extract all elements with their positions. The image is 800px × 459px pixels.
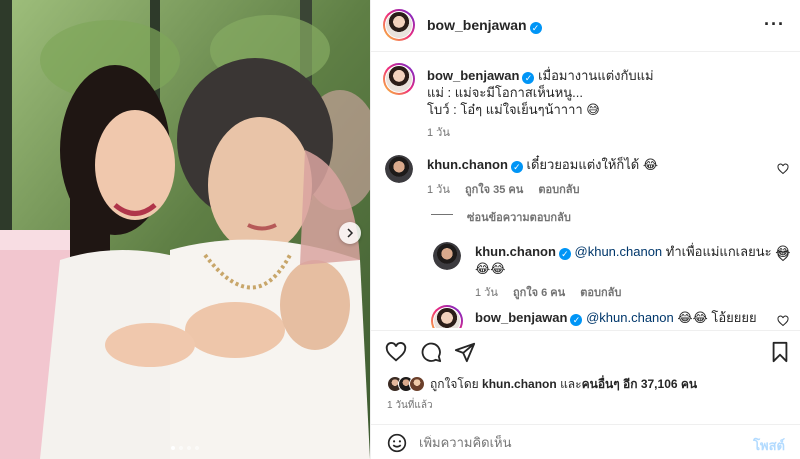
reply-text: bow_benjawan ✓ @khun.chanon 😂😂 โอ้ยยยย — [475, 310, 757, 326]
caption-line-2: แม่ : แม่จะมีโอกาสเห็นหนู... — [427, 85, 583, 100]
caption-username[interactable]: bow_benjawan — [427, 68, 519, 83]
like-reply-heart-icon[interactable] — [777, 250, 789, 262]
caption-avatar[interactable] — [383, 63, 415, 95]
reply-likes[interactable]: ถูกใจ 6 คน — [513, 287, 565, 299]
carousel-dot — [187, 446, 191, 450]
add-comment-bar: โพสต์ — [371, 424, 800, 459]
verified-badge-icon: ✓ — [570, 314, 583, 326]
liked-by-row: ถูกใจโดย khun.chanon และคนอื่นๆ อีก 37,1… — [387, 374, 697, 394]
author-username[interactable]: bow_benjawan ✓ — [427, 17, 542, 34]
like-reply-heart-icon[interactable] — [777, 315, 789, 327]
like-comment-heart-icon[interactable] — [777, 163, 789, 175]
post-detail-panel: bow_benjawan ✓ ··· bow_benjawan ✓ เมื่อมาง… — [370, 0, 800, 459]
comment-text: khun.chanon ✓ เดี๋ยวยอมแต่งให้ก็ได้ 😂 — [427, 157, 659, 173]
post-actions-bar — [371, 330, 800, 370]
carousel-dot — [171, 446, 175, 450]
commenter-avatar[interactable] — [385, 155, 413, 183]
posted-time[interactable]: 1 วันที่แล้ว — [387, 398, 433, 413]
reply-username[interactable]: bow_benjawan — [475, 310, 567, 325]
like-heart-icon[interactable] — [385, 341, 407, 363]
carousel-dot — [195, 446, 199, 450]
post-header: bow_benjawan ✓ ··· — [371, 0, 800, 52]
hide-replies-button[interactable]: ซ่อนข้อความตอบกลับ — [467, 208, 571, 226]
comment-time[interactable]: 1 วัน — [427, 184, 450, 196]
reply-reply-button[interactable]: ตอบกลับ — [580, 287, 621, 299]
comment-username[interactable]: khun.chanon — [427, 157, 508, 172]
emoji-smiley-icon[interactable] — [387, 433, 407, 453]
verified-badge-icon: ✓ — [558, 248, 571, 260]
liked-by-text[interactable]: ถูกใจโดย khun.chanon และคนอื่นๆ อีก 37,1… — [430, 375, 697, 394]
share-send-icon[interactable] — [454, 341, 476, 363]
caption-time[interactable]: 1 วัน — [427, 123, 450, 141]
verified-badge-icon: ✓ — [522, 72, 535, 84]
chevron-right-icon — [347, 228, 354, 238]
caption-line-1: bow_benjawan ✓ เมื่อมางานแต่งกับแม่ — [427, 68, 654, 84]
reply-time[interactable]: 1 วัน — [475, 287, 498, 299]
add-comment-input[interactable] — [419, 435, 719, 450]
reply-text: khun.chanon ✓ @khun.chanon ทำเพื่อแม่แกเล… — [475, 244, 791, 260]
comment-meta: 1 วัน ถูกใจ 35 คน ตอบกลับ — [427, 180, 592, 198]
replies-divider — [431, 214, 453, 215]
photo-image — [0, 0, 370, 459]
reply-mention[interactable]: @khun.chanon — [586, 310, 674, 325]
reply-avatar[interactable] — [433, 242, 461, 270]
reply-mention[interactable]: @khun.chanon — [575, 244, 663, 259]
comments-list: bow_benjawan ✓ เมื่อมางานแต่งกับแม่ แม่ :… — [371, 53, 800, 328]
carousel-next-button[interactable] — [339, 222, 361, 244]
reply-text-continued: 😂😂 — [475, 261, 506, 276]
reply-button[interactable]: ตอบกลับ — [538, 184, 579, 196]
post-comment-button[interactable]: โพสต์ — [753, 435, 785, 456]
bookmark-icon[interactable] — [769, 341, 791, 363]
carousel-dots — [0, 446, 370, 450]
author-avatar[interactable] — [383, 9, 415, 41]
comment-bubble-icon[interactable] — [420, 341, 442, 363]
reply-meta: 1 วัน ถูกใจ 6 คน ตอบกลับ — [475, 283, 633, 301]
verified-badge-icon: ✓ — [529, 22, 542, 34]
post-photo[interactable] — [0, 0, 370, 459]
more-options-icon[interactable]: ··· — [764, 14, 785, 35]
liker-avatar — [409, 376, 425, 392]
carousel-dot — [179, 446, 183, 450]
caption-line-3: โบว์ : โอ๋ๆ แม่ใจเย็นๆน้าาาา 😅 — [427, 102, 600, 117]
reply-username[interactable]: khun.chanon — [475, 244, 556, 259]
reply-avatar[interactable] — [431, 305, 463, 328]
comment-likes[interactable]: ถูกใจ 35 คน — [465, 184, 523, 196]
verified-badge-icon: ✓ — [510, 161, 523, 173]
